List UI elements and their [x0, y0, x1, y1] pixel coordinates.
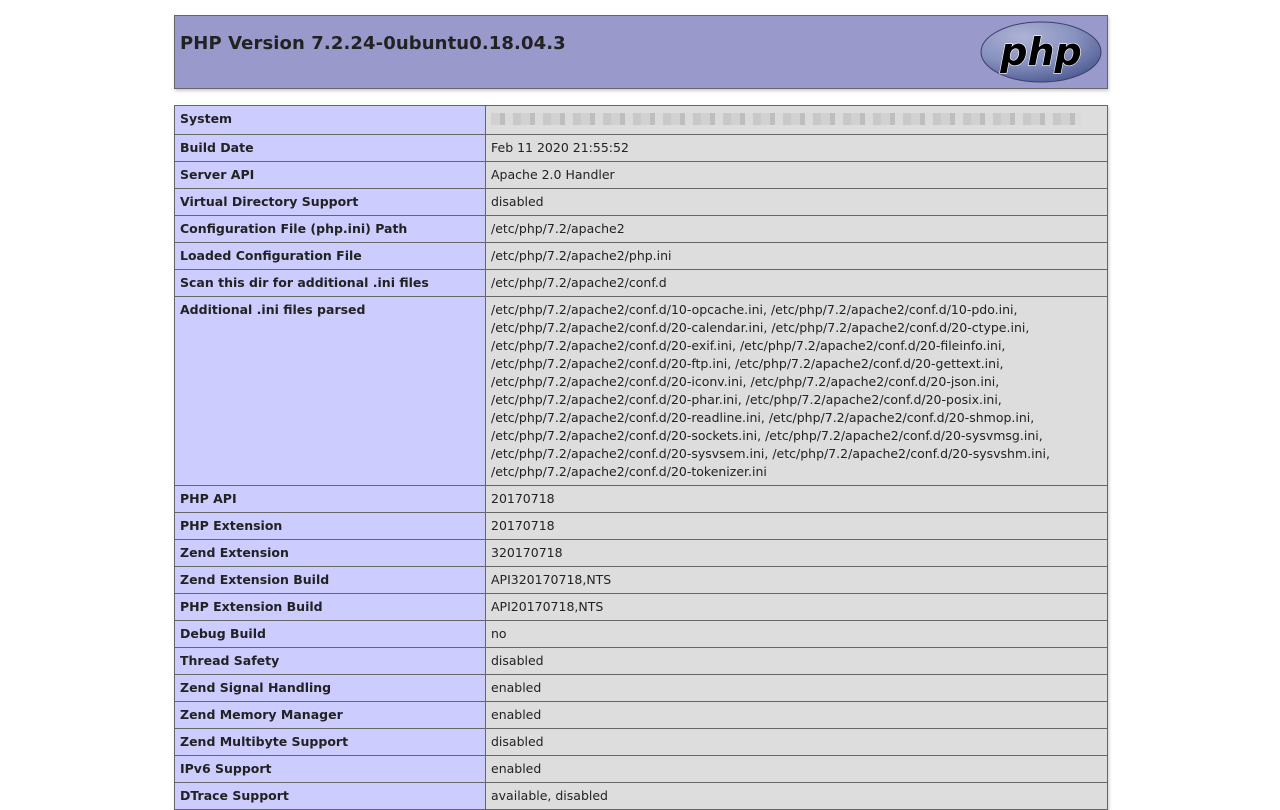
- row-value: enabled: [485, 674, 1108, 702]
- row-key: Build Date: [174, 134, 486, 162]
- row-value: [485, 105, 1108, 135]
- table-row: Zend Extension Build API320170718,NTS: [174, 566, 1108, 594]
- table-row: Thread Safety disabled: [174, 647, 1108, 675]
- row-value: disabled: [485, 647, 1108, 675]
- row-value: 20170718: [485, 485, 1108, 513]
- row-key: Loaded Configuration File: [174, 242, 486, 270]
- row-value: API20170718,NTS: [485, 593, 1108, 621]
- table-row: PHP Extension Build API20170718,NTS: [174, 593, 1108, 621]
- row-value: enabled: [485, 755, 1108, 783]
- row-key: Debug Build: [174, 620, 486, 648]
- table-row: Zend Memory Manager enabled: [174, 701, 1108, 729]
- row-key: IPv6 Support: [174, 755, 486, 783]
- ini-file-line: /etc/php/7.2/apache2/conf.d/20-sysvsem.i…: [491, 446, 1050, 461]
- row-value: enabled: [485, 701, 1108, 729]
- row-key: System: [174, 105, 486, 135]
- row-value: 320170718: [485, 539, 1108, 567]
- row-key: Zend Multibyte Support: [174, 728, 486, 756]
- row-key: Configuration File (php.ini) Path: [174, 215, 486, 243]
- ini-file-line: /etc/php/7.2/apache2/conf.d/20-tokenizer…: [491, 464, 767, 479]
- redacted-value: [491, 113, 1081, 125]
- row-value: available, disabled: [485, 782, 1108, 810]
- php-logo[interactable]: php: [980, 21, 1102, 87]
- table-row: Debug Build no: [174, 620, 1108, 648]
- row-value: /etc/php/7.2/apache2: [485, 215, 1108, 243]
- ini-file-line: /etc/php/7.2/apache2/conf.d/20-exif.ini,…: [491, 338, 1006, 353]
- row-key: Thread Safety: [174, 647, 486, 675]
- ini-file-line: /etc/php/7.2/apache2/conf.d/20-phar.ini,…: [491, 392, 1002, 407]
- table-row: Zend Signal Handling enabled: [174, 674, 1108, 702]
- ini-file-line: /etc/php/7.2/apache2/conf.d/10-opcache.i…: [491, 302, 1018, 317]
- row-key: Zend Extension: [174, 539, 486, 567]
- row-value: 20170718: [485, 512, 1108, 540]
- php-logo-text: php: [999, 30, 1081, 74]
- row-value: /etc/php/7.2/apache2/conf.d: [485, 269, 1108, 297]
- table-row: Loaded Configuration File/etc/php/7.2/ap…: [174, 242, 1108, 270]
- row-key: PHP Extension: [174, 512, 486, 540]
- table-row: Scan this dir for additional .ini files /…: [174, 269, 1108, 297]
- row-key: Virtual Directory Support: [174, 188, 486, 216]
- row-key: Server API: [174, 161, 486, 189]
- row-key: Additional .ini files parsed: [174, 296, 486, 486]
- table-row: System: [174, 105, 1108, 135]
- row-key: Zend Memory Manager: [174, 701, 486, 729]
- row-value: Apache 2.0 Handler: [485, 161, 1108, 189]
- row-key: PHP Extension Build: [174, 593, 486, 621]
- row-key: DTrace Support: [174, 782, 486, 810]
- row-key: Zend Signal Handling: [174, 674, 486, 702]
- row-value: no: [485, 620, 1108, 648]
- table-row: IPv6 Support enabled: [174, 755, 1108, 783]
- row-value: disabled: [485, 188, 1108, 216]
- table-row: Additional .ini files parsed/etc/php/7.2…: [174, 296, 1108, 486]
- table-row: Server API Apache 2.0 Handler: [174, 161, 1108, 189]
- table-row: Build Date Feb 11 2020 21:55:52: [174, 134, 1108, 162]
- row-key: Scan this dir for additional .ini files: [174, 269, 486, 297]
- page-title: PHP Version 7.2.24-0ubuntu0.18.04.3: [180, 33, 566, 54]
- row-value: /etc/php/7.2/apache2/php.ini: [485, 242, 1108, 270]
- ini-file-line: /etc/php/7.2/apache2/conf.d/20-ftp.ini, …: [491, 356, 1004, 371]
- row-value: /etc/php/7.2/apache2/conf.d/10-opcache.i…: [485, 296, 1108, 486]
- table-row: Zend Multibyte Support disabled: [174, 728, 1108, 756]
- ini-file-line: /etc/php/7.2/apache2/conf.d/20-iconv.ini…: [491, 374, 1000, 389]
- table-row: PHP API 20170718: [174, 485, 1108, 513]
- table-row: PHP Extension 20170718: [174, 512, 1108, 540]
- row-key: Zend Extension Build: [174, 566, 486, 594]
- table-row: DTrace Support available, disabled: [174, 782, 1108, 810]
- ini-file-line: /etc/php/7.2/apache2/conf.d/20-calendar.…: [491, 320, 1030, 335]
- table-row: Configuration File (php.ini) Path/etc/ph…: [174, 215, 1108, 243]
- phpinfo-header: PHP Version 7.2.24-0ubuntu0.18.04.3 php: [174, 15, 1108, 89]
- row-value: Feb 11 2020 21:55:52: [485, 134, 1108, 162]
- phpinfo-container: PHP Version 7.2.24-0ubuntu0.18.04.3 php …: [174, 15, 1108, 810]
- row-value: disabled: [485, 728, 1108, 756]
- row-value: API320170718,NTS: [485, 566, 1108, 594]
- phpinfo-table: System Build Date Feb 11 2020 21:55:52 Serv…: [174, 105, 1108, 810]
- row-key: PHP API: [174, 485, 486, 513]
- table-row: Zend Extension 320170718: [174, 539, 1108, 567]
- table-row: Virtual Directory Support disabled: [174, 188, 1108, 216]
- php-logo-icon: php: [980, 21, 1102, 83]
- ini-file-line: /etc/php/7.2/apache2/conf.d/20-sockets.i…: [491, 428, 1043, 443]
- ini-file-line: /etc/php/7.2/apache2/conf.d/20-readline.…: [491, 410, 1035, 425]
